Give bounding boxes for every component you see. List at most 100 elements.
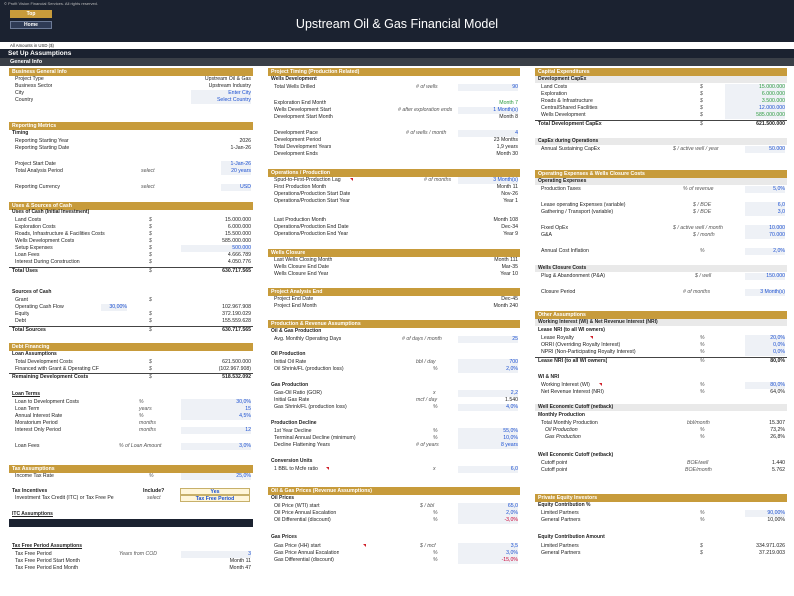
orri-input[interactable]: 0,0%	[745, 342, 785, 349]
ga-input[interactable]: 70.000	[745, 232, 785, 239]
row-operating-cf[interactable]: Operating Cash Flow 30,00% 102.967.908	[9, 304, 253, 311]
row-oil-differential[interactable]: Oil Differential (discount)% -3,0%	[268, 517, 520, 524]
row-orri[interactable]: ORRI (Overriding Royalty Interest)% 0,0%	[535, 342, 787, 349]
bbl-mcfe-input[interactable]: 6,0	[458, 466, 518, 473]
dev-pace-input[interactable]: 4	[458, 130, 518, 137]
row-lp-pct[interactable]: Limited Partners% 90,00%	[535, 510, 787, 517]
operating-cf-pct-input[interactable]: 30,00%	[101, 304, 127, 311]
row-capex-land[interactable]: Land Costs $15.000.000	[535, 84, 787, 91]
oil-differential-input[interactable]: -3,0%	[458, 517, 518, 524]
row-capex-exploration[interactable]: Exploration $6.000.000	[535, 91, 787, 98]
lp-pct-input[interactable]: 90,00%	[745, 510, 785, 517]
row-decline-flattening[interactable]: Decline Flattening Years # of years 8 year…	[268, 442, 520, 449]
row-gas-differential[interactable]: Gas Differential (discount)% -15,0%	[268, 557, 520, 564]
gas-escalation-input[interactable]: 3,0%	[458, 550, 518, 557]
row-cost-inflation[interactable]: Annual Cost Inflation% 2,0%	[535, 248, 787, 255]
row-interest-only[interactable]: Interest Only Period months 12	[9, 427, 253, 434]
income-tax-input[interactable]: 25,0%	[181, 473, 251, 480]
row-grant[interactable]: Grant $	[9, 297, 253, 304]
row-sustaining-capex[interactable]: Annual Sustaining CapEx $ / active well /…	[535, 146, 787, 153]
row-country[interactable]: Country Select Country	[9, 97, 253, 104]
plug-abandon-input[interactable]: 150.000	[745, 273, 785, 280]
total-wells-input[interactable]: 90	[458, 84, 518, 91]
row-npri[interactable]: NPRI (Non-Participating Royalty Interest…	[535, 349, 787, 356]
capex-exploration-input[interactable]: 6.000.000	[725, 91, 785, 98]
row-ltdc[interactable]: Loan to Development Costs% 30,0%	[9, 399, 253, 406]
capex-wells-input[interactable]: 585.000.000	[725, 112, 785, 119]
row-capex-wells[interactable]: Wells Development $585.000.000	[535, 112, 787, 119]
row-setup-expenses[interactable]: Setup Expenses $500.000	[9, 245, 253, 252]
oil-price-input[interactable]: 65,0	[458, 503, 518, 510]
row-oil-shrink[interactable]: Oil Shrink/FL (production loss)% 2,0%	[268, 366, 520, 373]
gas-price-input[interactable]: 3,5	[458, 543, 518, 550]
working-interest-input[interactable]: 80,0%	[745, 382, 785, 389]
row-project-start[interactable]: Project Start Date 1-Jan-26	[9, 161, 253, 168]
row-loan-term[interactable]: Loan Term years 15	[9, 406, 253, 413]
oil-shrink-input[interactable]: 2,0%	[458, 366, 518, 373]
row-oil-escalation[interactable]: Oil Price Annual Escalation% 2,0%	[268, 510, 520, 517]
operating-days-input[interactable]: 25	[458, 336, 518, 343]
terminal-decline-input[interactable]: 10,0%	[458, 435, 518, 442]
row-capex-facilities[interactable]: Central/Shared Facilities $12.000.000	[535, 105, 787, 112]
row-analysis-period[interactable]: Total Analysis Period select 20 years	[9, 168, 253, 175]
initial-oil-rate-input[interactable]: 700	[458, 359, 518, 366]
ltdc-input[interactable]: 30,0%	[181, 399, 251, 406]
row-initial-oil-rate[interactable]: Initial Oil Rate bbl / day 700	[268, 359, 520, 366]
interest-rate-input[interactable]: 4,5%	[181, 413, 251, 420]
row-city[interactable]: City Enter City	[9, 90, 253, 97]
row-gathering[interactable]: Gathering / Transport (variable) $ / BOE 3…	[535, 209, 787, 216]
production-taxes-input[interactable]: 5,0%	[745, 186, 785, 193]
row-plug-abandon[interactable]: Plug & Abandonment (P&A) $ / well 150.000	[535, 273, 787, 280]
row-total-wells[interactable]: Total Wells Drilled # of wells 90	[268, 84, 520, 91]
row-lease-opex[interactable]: Lease operating Expenses (variable) $ / B…	[535, 202, 787, 209]
row-oil-price[interactable]: Oil Price (WTI) start $ / bbl 65,0	[268, 503, 520, 510]
gas-shrink-input[interactable]: 4,0%	[458, 404, 518, 411]
row-gor[interactable]: Gas-Oil Ratio (GOR) x 2,2	[268, 390, 520, 397]
row-production-taxes[interactable]: Production Taxes% of revenue 5,0%	[535, 186, 787, 193]
lease-opex-input[interactable]: 6,0	[745, 202, 785, 209]
country-select[interactable]: Select Country	[191, 97, 251, 104]
wells-dev-start-input[interactable]: 1 Month(s)	[458, 107, 518, 114]
row-ga[interactable]: G&A $ / month 70.000	[535, 232, 787, 239]
row-working-interest[interactable]: Working Interest (WI)% 80,0%	[535, 382, 787, 389]
row-income-tax[interactable]: Income Tax Rate% 25,0%	[9, 473, 253, 480]
row-gas-escalation[interactable]: Gas Price Annual Escalation% 3,0%	[268, 550, 520, 557]
row-capex-roads[interactable]: Roads & Infrastructure $3.500.000	[535, 98, 787, 105]
row-fixed-opex[interactable]: Fixed OpEx $ / active well / month 10.000	[535, 225, 787, 232]
project-start-input[interactable]: 1-Jan-26	[221, 161, 251, 168]
row-tax-free-period[interactable]: Tax Free Period Years from COD 3	[9, 551, 253, 558]
sustaining-capex-input[interactable]: 50.000	[745, 146, 785, 153]
row-loan-fees-pct[interactable]: Loan Fees% of Loan Amount 3,0%	[9, 443, 253, 450]
oil-escalation-input[interactable]: 2,0%	[458, 510, 518, 517]
first-year-decline-input[interactable]: 55,0%	[458, 428, 518, 435]
setup-expenses-input[interactable]: 500.000	[181, 245, 251, 252]
include-toggle[interactable]: Yes	[180, 488, 250, 495]
capex-roads-input[interactable]: 3.500.000	[725, 98, 785, 105]
itc-select[interactable]: Tax Free Period	[180, 495, 250, 502]
row-spud-lag[interactable]: Spud-to-First-Production Lag # of months 3…	[268, 177, 520, 184]
loan-term-input[interactable]: 15	[181, 406, 251, 413]
row-wells-dev-start[interactable]: Wells Development Start # after explorati…	[268, 107, 520, 114]
row-lease-royalty[interactable]: Lease Royalty% 20,0%	[535, 335, 787, 342]
capex-land-input[interactable]: 15.000.000	[725, 84, 785, 91]
capex-facilities-input[interactable]: 12.000.000	[725, 105, 785, 112]
row-terminal-decline[interactable]: Terminal Annual Decline (minimum)% 10,0%	[268, 435, 520, 442]
lease-royalty-input[interactable]: 20,0%	[745, 335, 785, 342]
row-closure-period[interactable]: Closure Period # of months 3 Month(s)	[535, 289, 787, 296]
gas-differential-input[interactable]: -15,0%	[458, 557, 518, 564]
interest-only-input[interactable]: 12	[181, 427, 251, 434]
row-interest-rate[interactable]: Annual Interest Rate% 4,5%	[9, 413, 253, 420]
row-gas-shrink[interactable]: Gas Shrink/FL (production loss)% 4,0%	[268, 404, 520, 411]
row-moratorium[interactable]: Moratorium Period months	[9, 420, 253, 427]
row-bbl-mcfe[interactable]: 1 BBL to Mcfe ratio x 6,0	[268, 466, 520, 473]
closure-period-input[interactable]: 3 Month(s)	[745, 289, 785, 296]
loan-fees-input[interactable]: 3,0%	[181, 443, 251, 450]
row-first-year-decline[interactable]: 1st Year Decline% 55,0%	[268, 428, 520, 435]
row-dev-pace[interactable]: Development Pace # of wells / month 4	[268, 130, 520, 137]
row-itc-select[interactable]: Investment Tax Credit (ITC) or Tax Free …	[9, 495, 253, 502]
row-gas-price[interactable]: Gas Price (HH) start $ / mcf 3,5	[268, 543, 520, 550]
npri-input[interactable]: 0,0%	[745, 349, 785, 356]
gathering-input[interactable]: 3,0	[745, 209, 785, 216]
decline-flattening-input[interactable]: 8 years	[458, 442, 518, 449]
row-currency[interactable]: Reporting Currency select USD	[9, 184, 253, 191]
